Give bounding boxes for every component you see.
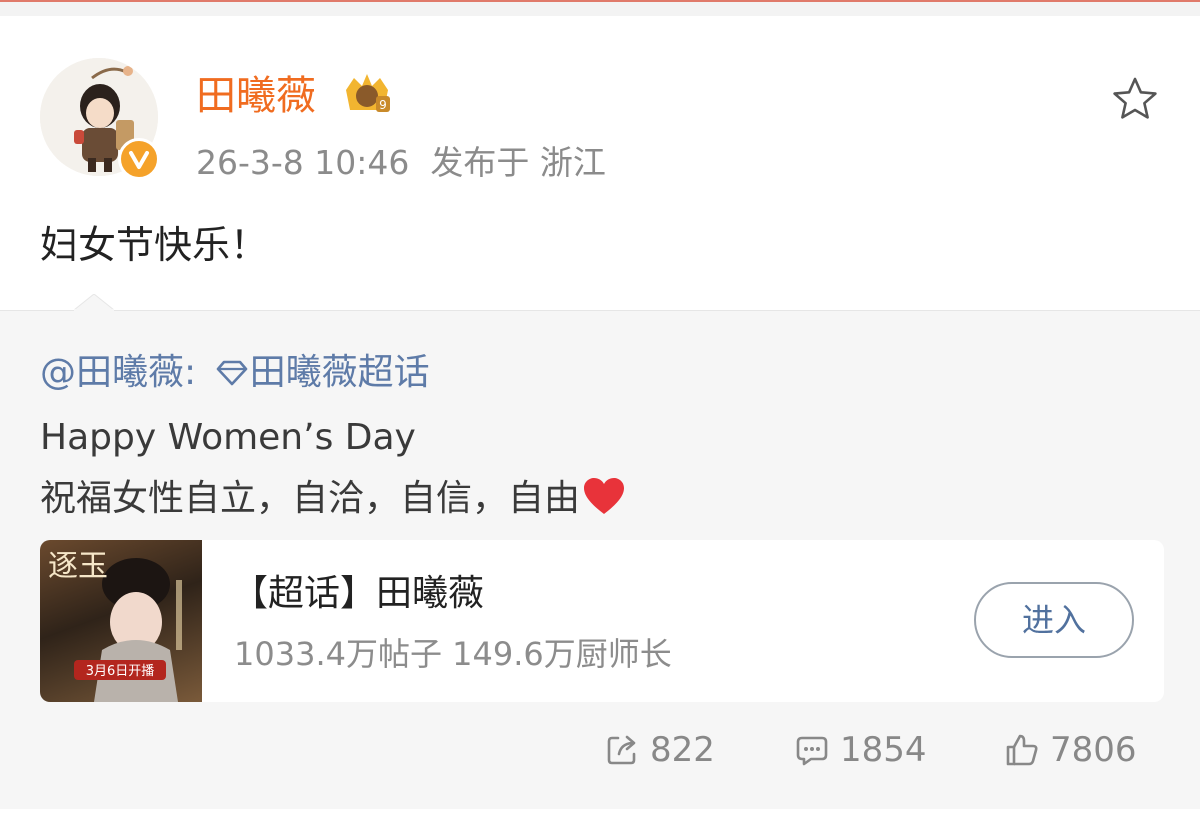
top-separator — [0, 2, 1200, 16]
timestamp: 26-3-8 10:46 — [196, 143, 410, 182]
comment-icon — [796, 736, 828, 766]
share-count: 822 — [650, 730, 715, 770]
repost-text-line-2: 祝福女性自立，自洽，自信，自由 — [40, 474, 626, 524]
cover-title-text: 逐玉 — [48, 549, 108, 584]
topic-stats: 1033.4万帖子 149.6万厨师长 — [234, 635, 672, 673]
like-button[interactable]: 7806 — [1004, 724, 1137, 776]
crown-badge-icon[interactable]: 9 — [340, 70, 394, 118]
repost-text-line-2-text: 祝福女性自立，自洽，自信，自由 — [40, 478, 581, 519]
red-heart-icon — [584, 478, 625, 514]
like-count: 7806 — [1050, 730, 1137, 770]
level-number: 9 — [379, 98, 387, 112]
share-button[interactable]: 822 — [604, 724, 715, 776]
comment-count: 1854 — [840, 730, 927, 770]
supertopic-link[interactable]: 田曦薇超话 — [250, 352, 430, 393]
cover-date-text: 3月6日开播 — [86, 664, 155, 679]
topic-title: 【超话】田曦薇 — [232, 573, 485, 614]
topic-cover-image: 逐玉 3月6日开播 — [40, 540, 202, 702]
share-icon — [607, 735, 636, 765]
post-meta: 26-3-8 10:46 发布于 浙江 — [196, 140, 606, 186]
verified-badge-icon — [118, 138, 160, 180]
supertopic-diamond-icon — [216, 360, 247, 386]
username[interactable]: 田曦薇 — [196, 68, 316, 124]
author-mention-link[interactable]: @田曦薇: — [40, 352, 196, 393]
location: 发布于 浙江 — [430, 143, 606, 182]
post-text: 妇女节快乐！ — [40, 223, 269, 267]
comment-button[interactable]: 1854 — [794, 724, 927, 776]
supertopic-card[interactable]: 逐玉 3月6日开播 【超话】田曦薇 1033.4万帖子 149.6万厨师长 进入 — [40, 540, 1164, 702]
enter-button[interactable]: 进入 — [974, 582, 1134, 658]
thumbs-up-icon — [1006, 734, 1038, 766]
favorite-star-icon[interactable] — [1110, 74, 1160, 124]
repost-text-line-1: Happy Women’s Day — [40, 417, 416, 458]
repost-header: @田曦薇: 田曦薇超话 — [40, 348, 430, 398]
repost-caret — [74, 294, 114, 311]
